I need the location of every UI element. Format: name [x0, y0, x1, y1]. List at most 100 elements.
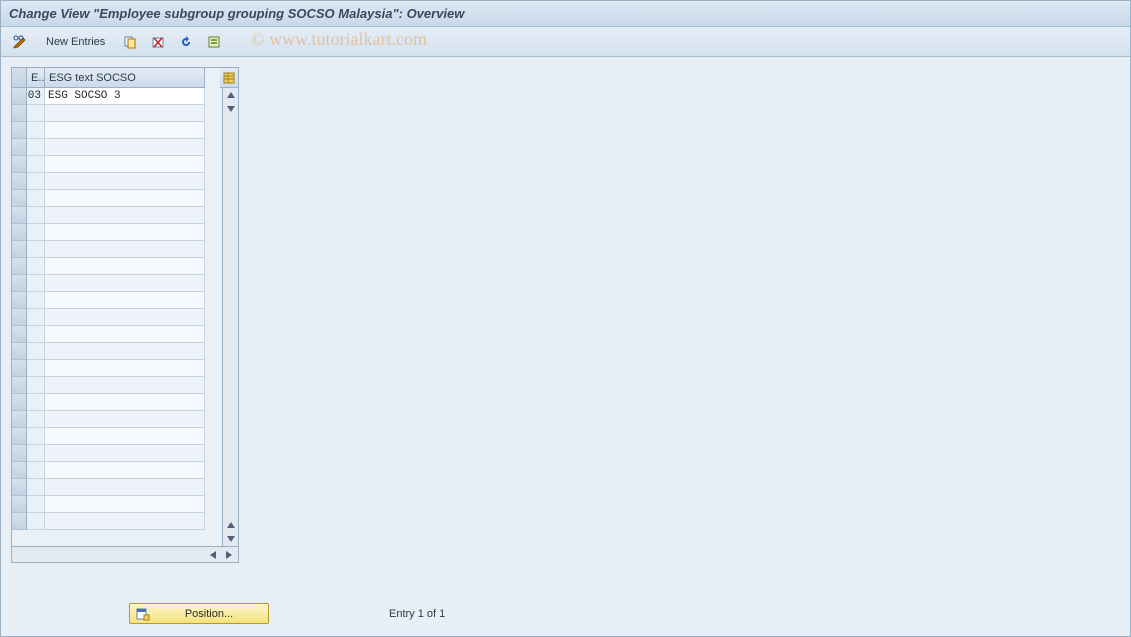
cell-esg[interactable]	[27, 190, 45, 207]
row-selector[interactable]	[12, 496, 27, 513]
cell-esg[interactable]	[27, 105, 45, 122]
cell-esg[interactable]	[27, 513, 45, 530]
cell-esg[interactable]	[27, 224, 45, 241]
table-row[interactable]	[12, 377, 222, 394]
table-row[interactable]	[12, 105, 222, 122]
cell-esg-text[interactable]	[45, 428, 205, 445]
scroll-up-button[interactable]	[224, 88, 238, 102]
cell-esg-text[interactable]	[45, 173, 205, 190]
row-selector[interactable]	[12, 292, 27, 309]
row-selector[interactable]	[12, 445, 27, 462]
cell-esg[interactable]	[27, 173, 45, 190]
copy-as-button[interactable]	[118, 32, 142, 52]
scroll-right-button[interactable]	[222, 548, 236, 562]
row-selector[interactable]	[12, 224, 27, 241]
cell-esg-text[interactable]	[45, 513, 205, 530]
cell-esg-text[interactable]	[45, 445, 205, 462]
table-row[interactable]	[12, 241, 222, 258]
row-selector[interactable]	[12, 190, 27, 207]
table-row[interactable]: 03ESG SOCSO 3	[12, 88, 222, 105]
row-selector[interactable]	[12, 105, 27, 122]
cell-esg[interactable]	[27, 241, 45, 258]
table-row[interactable]	[12, 258, 222, 275]
column-header-esg[interactable]: E..	[27, 68, 45, 88]
cell-esg-text[interactable]	[45, 496, 205, 513]
scroll-down-button[interactable]	[224, 102, 238, 116]
cell-esg[interactable]	[27, 139, 45, 156]
scroll-left-button[interactable]	[206, 548, 220, 562]
cell-esg-text[interactable]	[45, 258, 205, 275]
column-header-esg-text[interactable]: ESG text SOCSO	[45, 68, 205, 88]
table-row[interactable]	[12, 309, 222, 326]
table-row[interactable]	[12, 207, 222, 224]
row-selector[interactable]	[12, 428, 27, 445]
grid-select-all[interactable]	[12, 68, 27, 88]
cell-esg-text[interactable]	[45, 411, 205, 428]
cell-esg-text[interactable]	[45, 122, 205, 139]
cell-esg-text[interactable]	[45, 479, 205, 496]
cell-esg[interactable]	[27, 275, 45, 292]
cell-esg[interactable]	[27, 326, 45, 343]
cell-esg-text[interactable]: ESG SOCSO 3	[45, 88, 205, 105]
cell-esg[interactable]	[27, 309, 45, 326]
cell-esg[interactable]	[27, 343, 45, 360]
cell-esg[interactable]	[27, 207, 45, 224]
cell-esg[interactable]	[27, 411, 45, 428]
row-selector[interactable]	[12, 207, 27, 224]
row-selector[interactable]	[12, 326, 27, 343]
cell-esg-text[interactable]	[45, 462, 205, 479]
cell-esg[interactable]	[27, 496, 45, 513]
scroll-down-bottom-button[interactable]	[224, 532, 238, 546]
cell-esg[interactable]	[27, 428, 45, 445]
row-selector[interactable]	[12, 241, 27, 258]
cell-esg-text[interactable]	[45, 241, 205, 258]
table-row[interactable]	[12, 462, 222, 479]
select-all-button[interactable]	[202, 32, 226, 52]
table-row[interactable]	[12, 394, 222, 411]
row-selector[interactable]	[12, 173, 27, 190]
cell-esg-text[interactable]	[45, 190, 205, 207]
table-row[interactable]	[12, 428, 222, 445]
row-selector[interactable]	[12, 411, 27, 428]
cell-esg[interactable]: 03	[27, 88, 45, 105]
row-selector[interactable]	[12, 377, 27, 394]
table-row[interactable]	[12, 224, 222, 241]
cell-esg[interactable]	[27, 479, 45, 496]
grid-settings-button[interactable]	[220, 68, 238, 88]
scroll-up-bottom-button[interactable]	[224, 518, 238, 532]
row-selector[interactable]	[12, 479, 27, 496]
table-row[interactable]	[12, 275, 222, 292]
row-selector[interactable]	[12, 139, 27, 156]
cell-esg-text[interactable]	[45, 139, 205, 156]
undo-button[interactable]	[174, 32, 198, 52]
cell-esg[interactable]	[27, 394, 45, 411]
table-row[interactable]	[12, 513, 222, 530]
cell-esg[interactable]	[27, 292, 45, 309]
row-selector[interactable]	[12, 462, 27, 479]
cell-esg-text[interactable]	[45, 377, 205, 394]
cell-esg-text[interactable]	[45, 105, 205, 122]
table-row[interactable]	[12, 360, 222, 377]
row-selector[interactable]	[12, 513, 27, 530]
cell-esg[interactable]	[27, 360, 45, 377]
row-selector[interactable]	[12, 343, 27, 360]
row-selector[interactable]	[12, 156, 27, 173]
cell-esg[interactable]	[27, 156, 45, 173]
cell-esg-text[interactable]	[45, 156, 205, 173]
cell-esg-text[interactable]	[45, 326, 205, 343]
row-selector[interactable]	[12, 88, 27, 105]
cell-esg-text[interactable]	[45, 309, 205, 326]
new-entries-button[interactable]: New Entries	[37, 32, 114, 52]
cell-esg-text[interactable]	[45, 207, 205, 224]
cell-esg-text[interactable]	[45, 224, 205, 241]
table-row[interactable]	[12, 173, 222, 190]
cell-esg[interactable]	[27, 445, 45, 462]
table-row[interactable]	[12, 326, 222, 343]
row-selector[interactable]	[12, 275, 27, 292]
cell-esg[interactable]	[27, 377, 45, 394]
row-selector[interactable]	[12, 394, 27, 411]
cell-esg-text[interactable]	[45, 360, 205, 377]
position-button[interactable]: Position...	[129, 603, 269, 624]
table-row[interactable]	[12, 479, 222, 496]
delete-button[interactable]	[146, 32, 170, 52]
